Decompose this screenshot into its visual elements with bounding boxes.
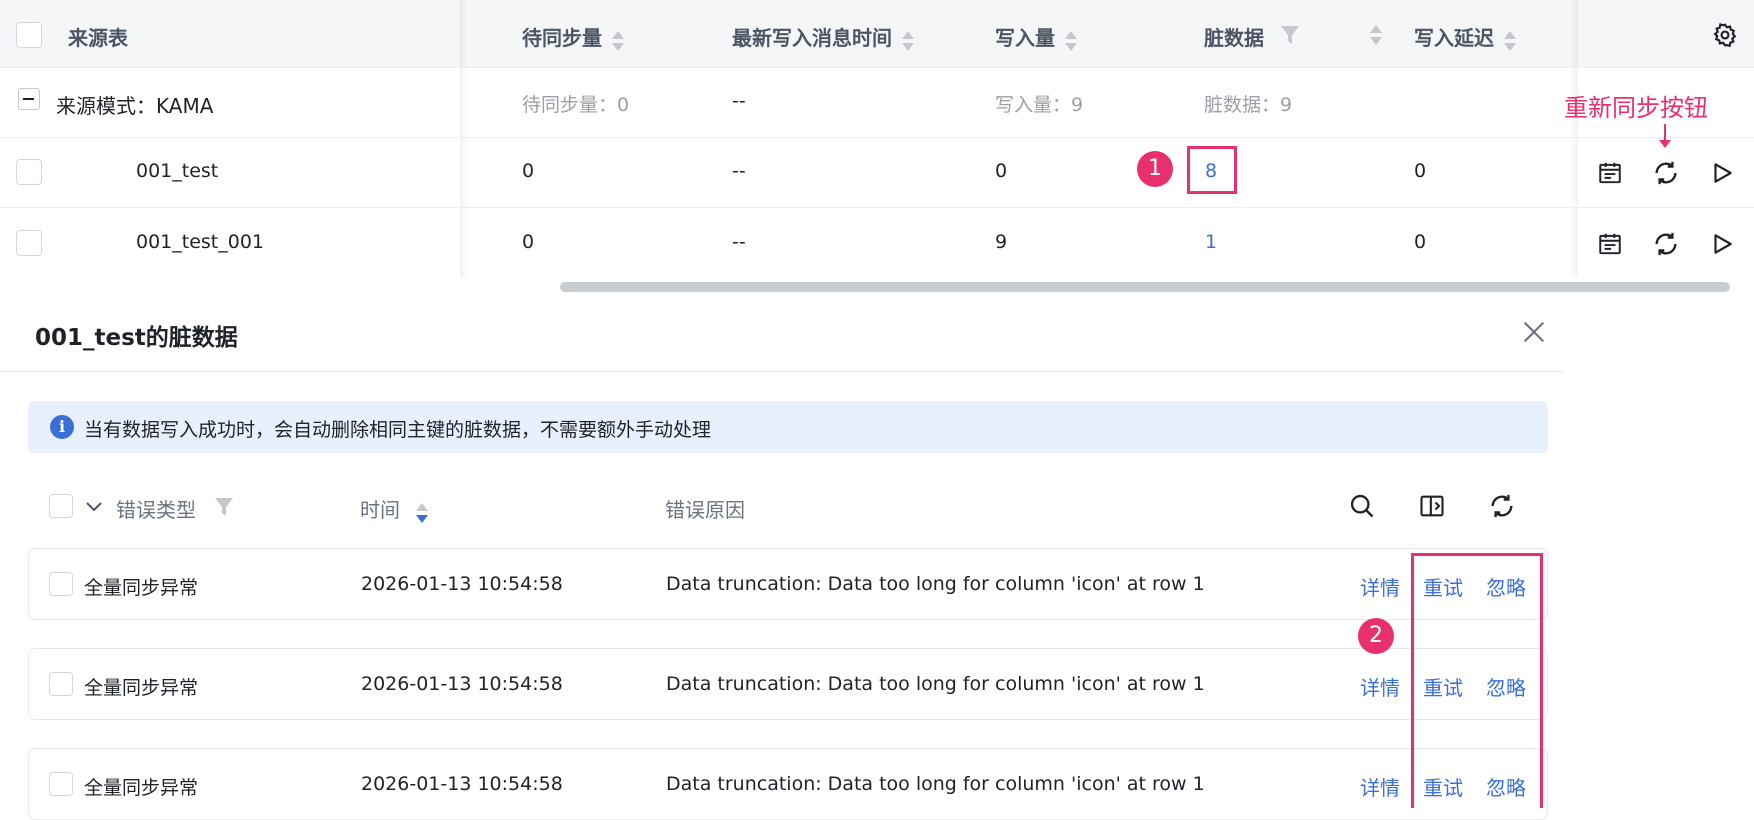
column-settings-icon[interactable] <box>1418 492 1446 524</box>
error-row: 全量同步异常 2026-01-13 10:54:58 Data truncati… <box>28 748 1548 820</box>
header-pending[interactable]: 待同步量 <box>522 22 624 52</box>
header-latest-time[interactable]: 最新写入消息时间 <box>732 22 914 52</box>
annotation-highlight-actions <box>1411 553 1543 808</box>
select-all-checkbox[interactable] <box>16 22 42 48</box>
filter-icon[interactable] <box>1280 24 1300 50</box>
error-reason: Data truncation: Data too long for colum… <box>666 673 1205 695</box>
error-time: 2026-01-13 10:54:58 <box>361 773 563 795</box>
row-checkbox[interactable] <box>16 230 42 256</box>
row-name: 001_test_001 <box>136 231 265 253</box>
error-time: 2026-01-13 10:54:58 <box>361 573 563 595</box>
annotation-badge-1: 1 <box>1137 151 1173 187</box>
row-checkbox[interactable] <box>16 159 42 185</box>
play-icon[interactable] <box>1707 158 1737 188</box>
group-label: 来源模式：KAMA <box>56 94 214 118</box>
panel-title: 001_test的脏数据 <box>35 325 238 351</box>
header-time[interactable]: 时间 <box>360 494 428 524</box>
sort-icon[interactable] <box>612 30 624 52</box>
resync-annotation-label: 重新同步按钮 <box>1564 94 1708 122</box>
chevron-down-icon[interactable] <box>84 496 104 520</box>
error-row: 全量同步异常 2026-01-13 10:54:58 Data truncati… <box>28 648 1548 720</box>
group-pending: 待同步量：0 <box>522 94 630 116</box>
row-name: 001_test <box>136 160 219 182</box>
filter-icon[interactable] <box>214 496 234 522</box>
row-latest-time: -- <box>732 231 746 253</box>
row-checkbox[interactable] <box>49 572 73 596</box>
info-icon: i <box>50 415 74 439</box>
divider <box>0 207 1754 208</box>
row-latest-time: -- <box>732 160 746 182</box>
info-text: 当有数据写入成功时，会自动删除相同主键的脏数据，不需要额外手动处理 <box>84 419 712 441</box>
calendar-icon[interactable] <box>1595 229 1625 259</box>
annotation-arrowhead <box>1659 140 1671 148</box>
sort-icon[interactable] <box>1065 30 1077 52</box>
fixed-column-shadow <box>460 0 468 278</box>
sync-table: 来源表 待同步量 最新写入消息时间 写入量 脏数据 写入延迟 来源模式：KAMA… <box>0 0 1754 292</box>
error-row: 全量同步异常 2026-01-13 10:54:58 Data truncati… <box>28 548 1548 620</box>
refresh-icon[interactable] <box>1488 492 1516 524</box>
resync-icon[interactable] <box>1651 158 1681 188</box>
info-alert: i 当有数据写入成功时，会自动删除相同主键的脏数据，不需要额外手动处理 <box>28 401 1548 453</box>
sort-icon[interactable] <box>1504 30 1516 52</box>
fixed-column-shadow <box>1570 0 1578 278</box>
settings-gear-icon[interactable] <box>1712 22 1738 52</box>
calendar-icon[interactable] <box>1595 158 1625 188</box>
error-type: 全量同步异常 <box>84 677 199 699</box>
header-reason: 错误原因 <box>665 498 745 522</box>
annotation-badge-2: 2 <box>1358 618 1394 654</box>
sort-icon[interactable] <box>1370 24 1382 46</box>
error-type: 全量同步异常 <box>84 577 199 599</box>
sort-icon[interactable] <box>902 30 914 52</box>
row-delay: 0 <box>1414 160 1427 182</box>
header-dirty[interactable]: 脏数据 <box>1204 22 1264 51</box>
error-type: 全量同步异常 <box>84 777 199 799</box>
error-reason: Data truncation: Data too long for colum… <box>666 773 1205 795</box>
group-write-count: 写入量：9 <box>995 94 1084 116</box>
panel-divider <box>0 371 1564 372</box>
resync-icon[interactable] <box>1651 229 1681 259</box>
error-time: 2026-01-13 10:54:58 <box>361 673 563 695</box>
group-latest-time: -- <box>732 90 746 112</box>
annotation-highlight-dirty <box>1187 146 1237 194</box>
row-pending: 0 <box>522 160 535 182</box>
detail-link[interactable]: 详情 <box>1360 572 1400 601</box>
row-delay: 0 <box>1414 231 1427 253</box>
divider <box>0 137 1754 138</box>
dirty-data-link[interactable]: 1 <box>1205 231 1217 253</box>
header-error-type: 错误类型 <box>116 498 196 522</box>
header-write-delay[interactable]: 写入延迟 <box>1414 22 1516 52</box>
row-write-count: 0 <box>995 160 1008 182</box>
error-reason: Data truncation: Data too long for colum… <box>666 573 1205 595</box>
search-icon[interactable] <box>1348 492 1376 524</box>
row-pending: 0 <box>522 231 535 253</box>
collapse-toggle[interactable] <box>18 88 40 110</box>
group-dirty: 脏数据：9 <box>1204 94 1293 116</box>
row-checkbox[interactable] <box>49 672 73 696</box>
panel-select-all-checkbox[interactable] <box>49 494 73 518</box>
horizontal-scrollbar[interactable] <box>560 282 1730 292</box>
detail-link[interactable]: 详情 <box>1360 672 1400 701</box>
row-write-count: 9 <box>995 231 1008 253</box>
row-checkbox[interactable] <box>49 772 73 796</box>
header-write-count[interactable]: 写入量 <box>995 22 1077 52</box>
header-source-table: 来源表 <box>68 26 128 50</box>
play-icon[interactable] <box>1707 229 1737 259</box>
sort-icon[interactable] <box>416 502 428 524</box>
close-icon[interactable] <box>1520 318 1548 350</box>
detail-link[interactable]: 详情 <box>1360 772 1400 801</box>
